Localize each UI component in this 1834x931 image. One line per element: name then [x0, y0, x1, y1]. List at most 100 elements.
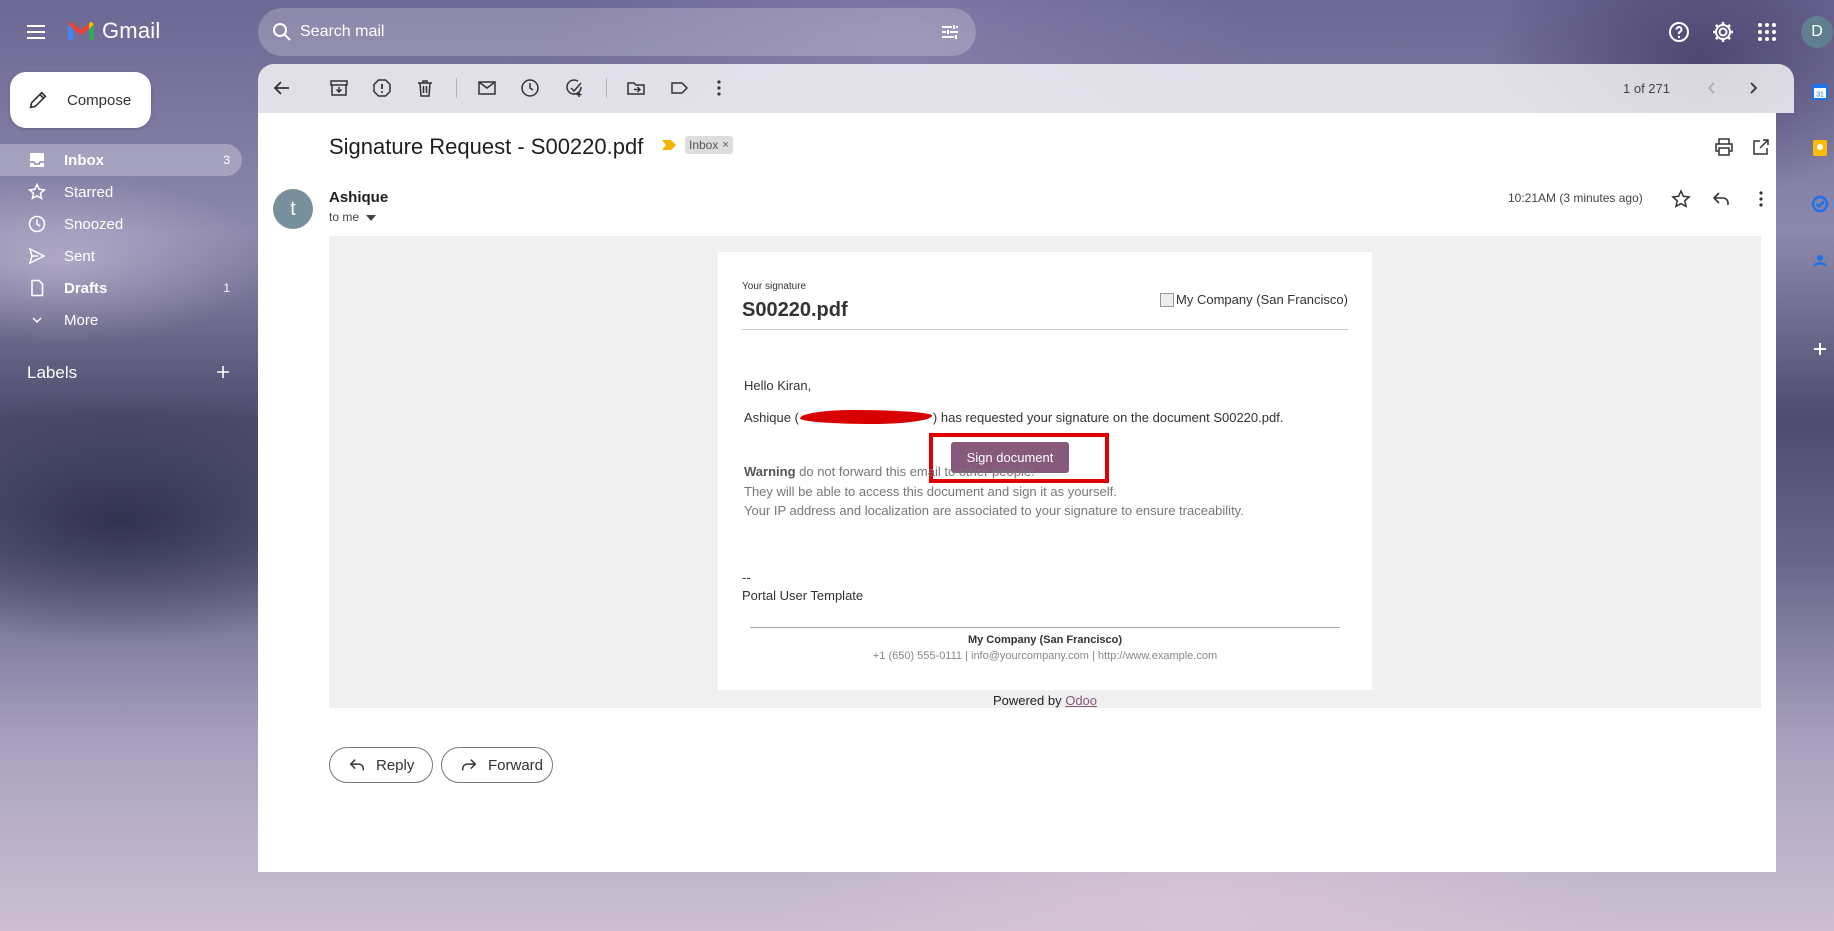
sidebar-item-label: More	[64, 311, 99, 329]
sidebar-item-inbox[interactable]: Inbox 3	[0, 144, 242, 176]
importance-marker-icon[interactable]	[661, 139, 677, 151]
move-to-folder-icon[interactable]	[626, 78, 646, 98]
message-toolbar: 1 of 271	[258, 64, 1794, 113]
footer-divider	[750, 627, 1340, 628]
sidebar-item-starred[interactable]: Starred	[0, 176, 242, 208]
request-suffix: ) has requested your signature on the do…	[932, 410, 1284, 425]
search-bar[interactable]	[258, 8, 976, 56]
pagination-count: 1 of 271	[1623, 81, 1670, 96]
delete-trash-icon[interactable]	[415, 78, 435, 98]
older-chevron-right-icon[interactable]	[1743, 78, 1763, 98]
draft-file-icon	[31, 279, 44, 297]
warning-text: do not forward this email to other peopl…	[795, 464, 1035, 479]
more-vertical-icon[interactable]	[709, 78, 729, 98]
top-bar: Gmail D	[0, 0, 1834, 64]
warning-label: Warning	[744, 464, 796, 479]
your-signature-caption: Your signature	[742, 281, 807, 292]
signature-name: Portal User Template	[742, 588, 864, 603]
odoo-link[interactable]: Odoo	[1065, 693, 1097, 708]
reply-arrow-icon	[349, 759, 365, 771]
signature-separator: --	[742, 570, 751, 585]
newer-chevron-left-icon[interactable]	[1702, 78, 1722, 98]
header-divider	[742, 329, 1348, 330]
broken-image-icon	[1160, 292, 1175, 307]
sidebar-item-more[interactable]: More	[0, 304, 242, 336]
email-body: Your signature S00220.pdf My Company (Sa…	[329, 236, 1761, 708]
sidebar-item-sent[interactable]: Sent	[0, 240, 242, 272]
recipient-text: to me	[329, 210, 360, 224]
footer-contact: +1 (650) 555-0111 | info@yourcompany.com…	[872, 650, 1218, 662]
gmail-m-icon	[68, 22, 94, 40]
pencil-icon	[29, 91, 47, 109]
document-title: S00220.pdf	[742, 299, 848, 321]
reply-label: Reply	[376, 756, 415, 774]
add-label-icon[interactable]	[215, 364, 231, 380]
back-arrow-icon[interactable]	[272, 78, 292, 98]
labels-heading: Labels	[27, 363, 78, 382]
report-spam-icon[interactable]	[372, 78, 392, 98]
sidebar-item-snoozed[interactable]: Snoozed	[0, 208, 242, 240]
company-logo-alt: My Company (San Francisco)	[1176, 292, 1348, 307]
sidebar-item-label: Inbox	[64, 151, 104, 169]
powered-by-text: Powered by Odoo	[329, 693, 1761, 708]
label-text: Inbox	[689, 138, 719, 152]
message-view: Signature Request - S00220.pdf Inbox × t…	[258, 113, 1776, 872]
company-logo-image: My Company (San Francisco)	[1160, 292, 1348, 307]
redaction-scribble	[799, 410, 932, 424]
star-icon[interactable]	[1671, 189, 1691, 209]
sidebar-item-drafts[interactable]: Drafts 1	[0, 272, 242, 304]
send-icon	[28, 247, 46, 265]
remove-label-icon[interactable]: ×	[722, 139, 728, 151]
search-icon[interactable]	[270, 20, 294, 44]
search-input[interactable]	[300, 8, 900, 56]
sidebar-item-label: Starred	[64, 183, 114, 201]
greeting-text: Hello Kiran,	[744, 378, 812, 393]
gmail-logo[interactable]: Gmail	[66, 18, 160, 44]
unread-count: 3	[223, 153, 230, 167]
chevron-down-icon	[32, 317, 42, 324]
keep-notes-icon[interactable]	[1810, 138, 1830, 158]
draft-count: 1	[223, 281, 230, 295]
snooze-clock-icon[interactable]	[520, 78, 540, 98]
toolbar-divider	[456, 78, 457, 98]
app-name: Gmail	[102, 18, 161, 43]
add-to-tasks-icon[interactable]	[564, 78, 584, 98]
main-menu-icon[interactable]	[24, 20, 48, 44]
email-timestamp: 10:21AM (3 minutes ago)	[1508, 191, 1643, 205]
mark-unread-mail-icon[interactable]	[477, 78, 497, 98]
account-avatar[interactable]: D	[1801, 16, 1833, 48]
apps-grid-icon[interactable]	[1755, 20, 1779, 44]
sidebar-item-label: Drafts	[64, 279, 108, 297]
forward-button[interactable]: Forward	[441, 747, 553, 783]
tasks-icon[interactable]	[1810, 194, 1830, 214]
sidebar-item-label: Snoozed	[64, 215, 124, 233]
calendar-icon[interactable]: 31	[1810, 82, 1830, 102]
footer-company: My Company (San Francisco)	[967, 634, 1123, 646]
contacts-icon[interactable]	[1810, 250, 1830, 270]
caret-down-icon	[366, 214, 377, 221]
warning-line-3: Your IP address and localization are ass…	[744, 503, 1244, 518]
sidebar-item-label: Sent	[64, 247, 95, 265]
get-addons-plus-icon[interactable]	[1810, 339, 1830, 359]
help-icon[interactable]	[1667, 20, 1691, 44]
more-vertical-icon[interactable]	[1751, 189, 1771, 209]
search-options-icon[interactable]	[938, 20, 962, 44]
reply-arrow-icon[interactable]	[1711, 189, 1731, 209]
powered-prefix: Powered by	[992, 693, 1066, 708]
warning-line-1: Warning do not forward this email to oth…	[744, 464, 1035, 479]
label-tag-icon[interactable]	[669, 78, 689, 98]
request-prefix: Ashique (	[744, 410, 799, 425]
reply-button[interactable]: Reply	[329, 747, 433, 783]
compose-label: Compose	[67, 91, 132, 109]
settings-gear-icon[interactable]	[1711, 20, 1735, 44]
recipient-details-toggle[interactable]: to me	[329, 210, 377, 224]
sender-name[interactable]: Ashique	[329, 189, 388, 206]
toolbar-divider	[606, 78, 607, 98]
print-icon[interactable]	[1714, 137, 1734, 157]
archive-icon[interactable]	[329, 78, 349, 98]
sidebar-nav: Inbox 3 Starred Snoozed Sent Drafts 1 Mo…	[0, 144, 242, 336]
compose-button[interactable]: Compose	[10, 72, 151, 128]
sender-avatar[interactable]: t	[273, 189, 313, 229]
warning-line-2: They will be able to access this documen…	[744, 484, 1117, 499]
open-new-window-icon[interactable]	[1751, 137, 1771, 157]
